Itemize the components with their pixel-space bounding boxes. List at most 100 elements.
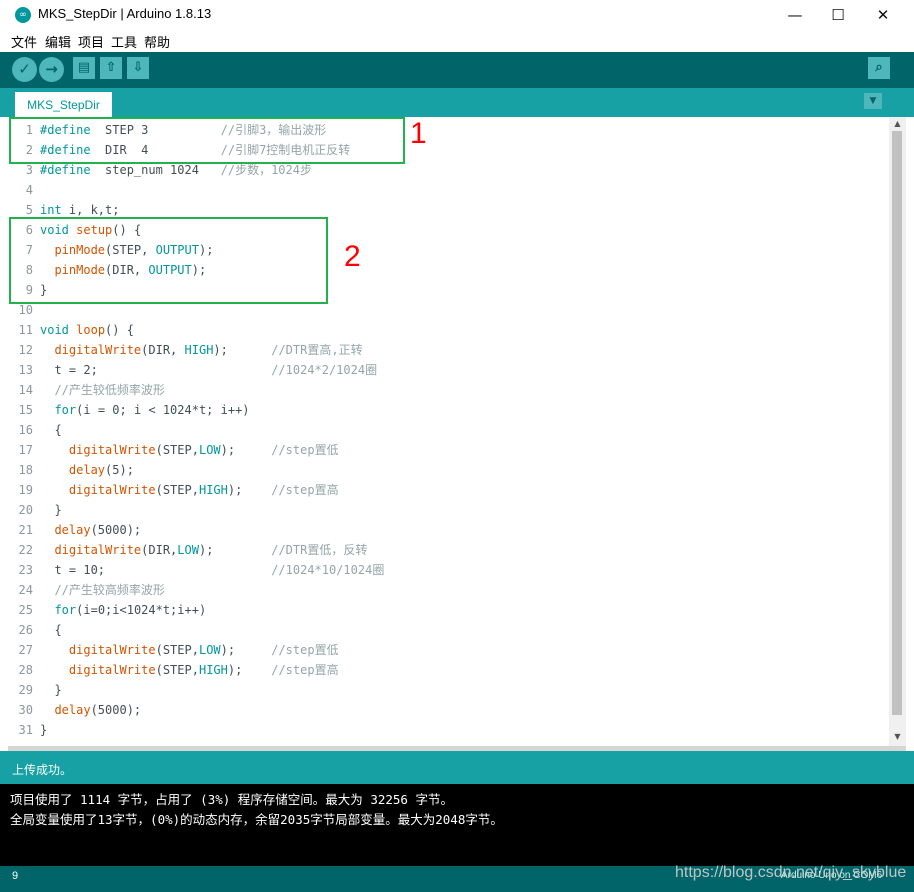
code-keyword: void (40, 323, 69, 337)
code-line[interactable]: 25 for(i=0;i<1024*t;i++) (8, 600, 889, 620)
code-editor[interactable]: 1 #define STEP 3 //引脚3，输出波形 2 #define DIR 4… (8, 117, 889, 746)
arduino-logo-icon: ∞ (15, 7, 31, 23)
line-number: 17 (18, 443, 33, 457)
status-bar (0, 751, 914, 784)
code-text: (DIR, (141, 543, 178, 557)
code-line[interactable]: 24 //产生较高频率波形 (8, 580, 889, 600)
code-text: (STEP, (155, 483, 199, 497)
code-line[interactable]: 18 delay(5); (8, 460, 889, 480)
menu-file[interactable]: 文件 (11, 32, 37, 51)
line-number: 13 (18, 363, 33, 377)
save-sketch-button[interactable]: ⇩ (127, 57, 149, 79)
code-line[interactable]: 12 digitalWrite(DIR, HIGH); //DTR置高,正转 (8, 340, 889, 360)
line-number: 21 (18, 523, 33, 537)
code-keyword: LOW (198, 443, 221, 457)
code-line[interactable]: 27 digitalWrite(STEP,LOW); //step置低 (8, 640, 889, 660)
line-number: 27 (18, 643, 33, 657)
code-keyword: HIGH (184, 343, 214, 357)
line-number: 4 (25, 183, 33, 197)
line-number: 11 (18, 323, 33, 337)
upload-button[interactable]: → (39, 57, 64, 82)
code-line[interactable]: 4 (8, 180, 889, 200)
code-comment: //DTR置高,正转 (271, 343, 363, 357)
code-text: (5000); (90, 523, 142, 537)
code-line[interactable]: 31} (8, 720, 889, 740)
code-function: digitalWrite (68, 643, 156, 657)
code-line[interactable]: 11 void loop() { (8, 320, 889, 340)
code-line[interactable]: 13 t = 2; //1024*2/1024圈 (8, 360, 889, 380)
code-line[interactable]: 22 digitalWrite(DIR,LOW); //DTR置低，反转 (8, 540, 889, 560)
code-text: t = 10; (40, 563, 272, 577)
code-line[interactable]: 15 for(i = 0; i < 1024*t; i++) (8, 400, 889, 420)
code-keyword: HIGH (198, 663, 228, 677)
scroll-up-arrow-icon[interactable]: ▲ (889, 117, 906, 131)
code-text: (STEP, (155, 643, 199, 657)
code-function: digitalWrite (54, 543, 142, 557)
scrollbar-thumb[interactable] (892, 131, 902, 715)
code-line[interactable]: 19 digitalWrite(STEP,HIGH); //step置高 (8, 480, 889, 500)
code-line[interactable]: 30 delay(5000); (8, 700, 889, 720)
code-text: t = 2; (40, 363, 272, 377)
arduino-ide-window: ∞ MKS_StepDir | Arduino 1.8.13 — ☐ ✕ 文件 … (0, 0, 914, 892)
code-keyword: LOW (177, 543, 199, 557)
code-keyword: for (54, 403, 77, 417)
code-line[interactable]: 28 digitalWrite(STEP,HIGH); //step置高 (8, 660, 889, 680)
code-comment: //1024*10/1024圈 (271, 563, 385, 577)
code-line[interactable]: 26 { (8, 620, 889, 640)
line-number: 28 (18, 663, 33, 677)
minimize-button[interactable]: — (772, 0, 818, 30)
new-sketch-button[interactable]: ▤ (73, 57, 95, 79)
menu-edit[interactable]: 编辑 (45, 32, 71, 51)
maximize-button[interactable]: ☐ (815, 0, 861, 30)
menu-sketch[interactable]: 项目 (78, 32, 104, 51)
open-sketch-button[interactable]: ⇧ (100, 57, 122, 79)
code-line[interactable]: 21 delay(5000); (8, 520, 889, 540)
code-line[interactable]: 14 //产生较低频率波形 (8, 380, 889, 400)
tab-menu-button[interactable]: ▼ (864, 93, 882, 109)
menu-help[interactable]: 帮助 (144, 32, 170, 51)
console-line-2: 全局变量使用了13字节，(0%)的动态内存，余留2035字节局部变量。最大为20… (10, 812, 503, 827)
menu-tools[interactable]: 工具 (111, 32, 137, 51)
serial-monitor-button[interactable]: ⌕ (868, 57, 890, 79)
line-number: 20 (18, 503, 33, 517)
code-line[interactable]: 29 } (8, 680, 889, 700)
scroll-down-arrow-icon[interactable]: ▼ (889, 730, 906, 744)
code-text: { (40, 423, 62, 437)
annotation-label-1: 1 (410, 117, 427, 150)
line-number: 19 (18, 483, 33, 497)
code-line[interactable]: 16 { (8, 420, 889, 440)
window-title: MKS_StepDir | Arduino 1.8.13 (38, 6, 212, 21)
code-function: delay (68, 463, 106, 477)
menu-bar: 文件 编辑 项目 工具 帮助 (0, 30, 914, 52)
code-line[interactable]: 23 t = 10; //1024*10/1024圈 (8, 560, 889, 580)
verify-button[interactable]: ✓ (12, 57, 37, 82)
status-message: 上传成功。 (12, 763, 73, 777)
code-text: (STEP, (155, 663, 199, 677)
tab-mks-stepdir[interactable]: MKS_StepDir (15, 92, 112, 117)
code-keyword: HIGH (198, 483, 228, 497)
code-keyword: LOW (198, 643, 221, 657)
console-line-1: 项目使用了 1114 字节，占用了 (3%) 程序存储空间。最大为 32256 … (10, 792, 453, 807)
close-button[interactable]: ✕ (860, 0, 906, 30)
code-text: i, k,t; (61, 203, 120, 217)
line-number: 12 (18, 343, 33, 357)
code-text: } (40, 503, 62, 517)
highlight-box-1 (9, 117, 405, 164)
code-comment: //step置低 (271, 643, 339, 657)
code-comment: //DTR置低，反转 (271, 543, 368, 557)
code-text: ); (220, 443, 272, 457)
line-number: 16 (18, 423, 33, 437)
code-comment: //产生较低频率波形 (54, 383, 165, 397)
code-comment: //step置高 (271, 663, 339, 677)
code-line[interactable]: 17 digitalWrite(STEP,LOW); //step置低 (8, 440, 889, 460)
code-function: digitalWrite (68, 443, 156, 457)
editor-scrollbar[interactable]: ▲ ▼ (889, 117, 906, 746)
code-line[interactable]: 20 } (8, 500, 889, 520)
